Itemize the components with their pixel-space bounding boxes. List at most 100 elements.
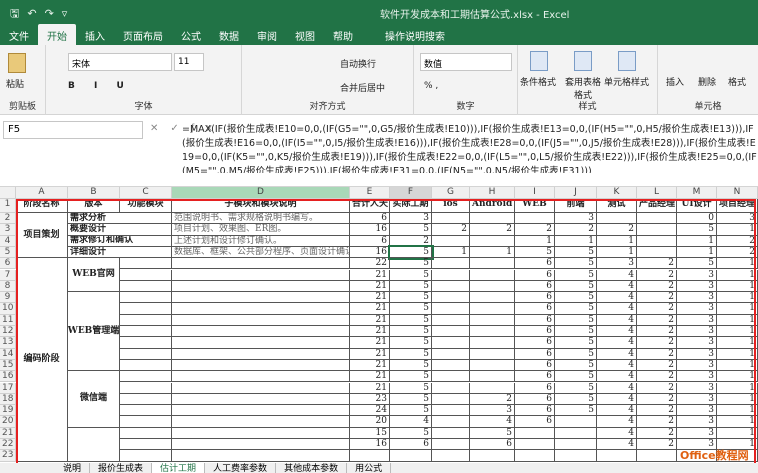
data-cell[interactable] <box>597 450 637 462</box>
row-number[interactable]: 4 <box>0 235 16 247</box>
version-cell[interactable]: 微信端 <box>68 371 120 428</box>
data-cell[interactable]: 21 <box>350 280 390 293</box>
data-cell[interactable] <box>432 382 470 394</box>
data-cell[interactable]: 5 <box>555 393 597 406</box>
data-cell[interactable]: 4 <box>597 393 637 406</box>
column-title[interactable]: 测试 <box>597 199 637 213</box>
data-cell[interactable]: 6 <box>515 405 555 417</box>
module-cell[interactable] <box>120 314 172 326</box>
data-cell[interactable]: 5 <box>555 359 597 372</box>
data-cell[interactable] <box>470 382 515 394</box>
insert-button[interactable]: 插入 <box>666 75 684 88</box>
data-cell[interactable] <box>432 269 470 281</box>
column-title[interactable]: 阶段名称 <box>16 199 68 213</box>
data-cell[interactable] <box>470 269 515 281</box>
module-cell[interactable] <box>120 269 172 281</box>
column-header[interactable]: D <box>172 187 350 199</box>
data-cell[interactable] <box>515 450 555 462</box>
tab-2[interactable]: 插入 <box>76 24 114 45</box>
data-cell[interactable]: 6 <box>515 258 555 270</box>
delete-button[interactable]: 删除 <box>698 75 716 88</box>
description-cell[interactable] <box>172 337 350 349</box>
column-header[interactable]: B <box>68 187 120 199</box>
data-cell[interactable]: 2 <box>637 405 677 417</box>
data-cell[interactable]: 3 <box>677 427 717 439</box>
data-cell[interactable] <box>432 337 470 349</box>
description-cell[interactable] <box>172 258 350 270</box>
data-cell[interactable]: 6 <box>515 371 555 383</box>
data-cell[interactable]: 5 <box>555 246 597 259</box>
data-cell[interactable] <box>470 314 515 326</box>
data-cell[interactable]: 3 <box>677 269 717 281</box>
description-cell[interactable]: 数据库、框架、公共部分程序、页面设计确认 <box>172 246 350 259</box>
stage-cell[interactable]: 编码阶段 <box>16 258 68 462</box>
data-cell[interactable]: 5 <box>390 224 432 236</box>
module-cell[interactable] <box>120 393 172 406</box>
data-cell[interactable]: 4 <box>597 292 637 304</box>
data-cell[interactable]: 2 <box>637 382 677 394</box>
description-cell[interactable] <box>172 359 350 372</box>
data-cell[interactable]: 5 <box>390 382 432 394</box>
data-cell[interactable] <box>432 371 470 383</box>
row-number[interactable]: 18 <box>0 393 16 406</box>
data-cell[interactable]: 4 <box>597 348 637 360</box>
description-cell[interactable] <box>172 405 350 417</box>
data-cell[interactable]: 3 <box>597 258 637 270</box>
module-cell[interactable] <box>120 337 172 349</box>
column-title[interactable]: 版本 <box>68 199 120 213</box>
description-cell[interactable] <box>172 292 350 304</box>
column-header[interactable]: G <box>432 187 470 199</box>
data-cell[interactable] <box>637 213 677 225</box>
data-cell[interactable] <box>432 235 470 247</box>
data-cell[interactable] <box>432 359 470 372</box>
column-title[interactable]: 产品经理 <box>637 199 677 213</box>
data-cell[interactable]: 16 <box>350 224 390 236</box>
tab-6[interactable]: 审阅 <box>248 24 286 45</box>
column-title[interactable]: 项目经理 <box>717 199 758 213</box>
sheet-tab[interactable]: 说明 <box>55 463 91 473</box>
data-cell[interactable]: 21 <box>350 337 390 349</box>
data-cell[interactable]: 5 <box>555 405 597 417</box>
data-cell[interactable] <box>555 416 597 428</box>
column-header[interactable]: C <box>120 187 172 199</box>
data-cell[interactable]: 2 <box>637 269 677 281</box>
version-cell[interactable] <box>68 427 120 462</box>
data-cell[interactable]: 6 <box>515 416 555 428</box>
data-cell[interactable]: 4 <box>597 439 637 451</box>
module-cell[interactable] <box>120 326 172 338</box>
data-cell[interactable]: 21 <box>350 303 390 315</box>
data-cell[interactable]: 24 <box>350 405 390 417</box>
data-cell[interactable] <box>432 450 470 462</box>
column-header[interactable]: J <box>555 187 597 199</box>
data-cell[interactable] <box>637 246 677 259</box>
data-cell[interactable]: 21 <box>350 371 390 383</box>
data-cell[interactable]: 6 <box>515 359 555 372</box>
module-cell[interactable] <box>120 303 172 315</box>
data-cell[interactable]: 3 <box>470 405 515 417</box>
bold-italic-underline[interactable]: B I U <box>68 81 132 91</box>
data-cell[interactable]: 3 <box>677 314 717 326</box>
data-cell[interactable]: 4 <box>597 303 637 315</box>
data-cell[interactable]: 5 <box>390 314 432 326</box>
data-cell[interactable]: 2 <box>637 427 677 439</box>
data-cell[interactable]: 1 <box>717 303 758 315</box>
data-cell[interactable]: 2 <box>637 348 677 360</box>
paste-icon[interactable] <box>8 53 26 73</box>
data-cell[interactable] <box>432 314 470 326</box>
data-cell[interactable]: 2 <box>637 258 677 270</box>
data-cell[interactable] <box>637 450 677 462</box>
data-cell[interactable] <box>555 439 597 451</box>
description-cell[interactable] <box>172 439 350 451</box>
data-cell[interactable]: 5 <box>555 337 597 349</box>
row-number[interactable]: 13 <box>0 337 16 349</box>
data-cell[interactable]: 5 <box>390 326 432 338</box>
data-cell[interactable]: 6 <box>390 439 432 451</box>
column-header[interactable]: A <box>16 187 68 199</box>
data-cell[interactable]: 5 <box>390 427 432 439</box>
data-cell[interactable] <box>637 235 677 247</box>
data-cell[interactable] <box>597 213 637 225</box>
data-cell[interactable]: 4 <box>597 280 637 293</box>
data-cell[interactable]: 4 <box>597 359 637 372</box>
module-cell[interactable] <box>120 405 172 417</box>
data-cell[interactable]: 2 <box>470 393 515 406</box>
